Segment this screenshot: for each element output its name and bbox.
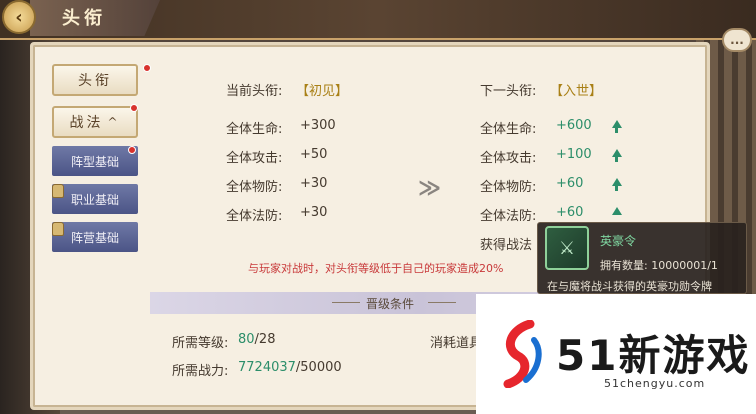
notification-dot [143,64,151,72]
next-arrow-icon: ≫ [418,176,442,201]
stat-up-arrow-icon [612,149,622,157]
stat-up-arrow-icon [612,207,622,215]
tab-tactics-label: 战法 [69,115,104,131]
next-stat-value: +60 [556,205,584,220]
consume-item-label: 消耗道具 [430,336,483,351]
token-icon: ⚔ [545,226,589,270]
next-stat-name: 全体攻击: [480,151,537,166]
divider-line [332,302,360,303]
lock-icon [52,222,64,236]
current-stat-name: 全体物防: [226,180,283,195]
tooltip-item-desc: 在与魔将战斗获得的英豪功勋令牌 [547,280,712,293]
back-button[interactable]: ‹ [2,0,36,34]
required-level-value: 80/28 [238,332,275,347]
subtab-faction[interactable]: 阵营基础 [52,222,138,252]
watermark-text: 51新游戏 [556,331,751,380]
next-extra-label: 获得战法 [480,238,533,253]
stat-up-arrow-stem [615,157,618,162]
page-title: 头衔 [62,8,106,29]
next-title-rank: 【入世】 [550,84,603,99]
power-required: /50000 [295,360,342,375]
conditions-title: 晋级条件 [366,297,415,311]
tab-title-label: 头衔 [78,73,112,89]
chat-bubble-icon: ... [730,33,744,47]
level-current: 80 [238,332,255,347]
next-stat-value: +100 [556,147,592,162]
subtab-profession[interactable]: 职业基础 [52,184,138,214]
required-level-label: 所需等级: [172,336,229,351]
current-stat-value: +50 [300,147,328,162]
next-stat-name: 全体生命: [480,122,537,137]
current-title-label: 当前头衔: [226,84,283,99]
level-required: /28 [254,332,276,347]
back-arrow-icon: ‹ [15,6,23,28]
next-title-label: 下一头衔: [480,84,537,99]
current-stat-value: +30 [300,205,328,220]
notification-dot [128,146,136,154]
subtab-formation-label: 阵型基础 [70,154,119,169]
stat-up-arrow-icon [612,120,622,128]
tooltip-item-count: 拥有数量: 10000001/1 [600,259,718,272]
next-stat-value: +60 [556,176,584,191]
tab-tactics[interactable]: 战法 ^ [52,106,138,138]
watermark-url: 51chengyu.com [604,377,706,390]
required-power-label: 所需战力: [172,364,229,379]
watermark-logo-icon [503,320,542,388]
subtab-formation[interactable]: 阵型基础 [52,146,138,176]
subtab-profession-label: 职业基础 [70,192,119,207]
stat-up-arrow-icon [612,178,622,186]
chevron-up-icon: ^ [107,115,121,129]
next-stat-value: +600 [556,118,592,133]
next-stat-name: 全体物防: [480,180,537,195]
stat-up-arrow-stem [615,186,618,191]
subtab-faction-label: 阵营基础 [70,230,119,245]
current-stat-name: 全体攻击: [226,151,283,166]
current-stat-name: 全体生命: [226,122,283,137]
current-stat-name: 全体法防: [226,209,283,224]
tab-title[interactable]: 头衔 [52,64,138,96]
current-stat-value: +30 [300,176,328,191]
current-title-rank: 【初见】 [296,84,349,99]
pvp-warning-text: 与玩家对战时，对头衔等级低于自己的玩家造成20% [248,262,504,275]
lock-icon [52,184,64,198]
next-stat-name: 全体法防: [480,209,537,224]
notification-dot [130,104,138,112]
divider-line [428,302,456,303]
stat-up-arrow-stem [615,128,618,133]
power-current: 7724037 [238,360,296,375]
required-power-value: 7724037/50000 [238,360,342,375]
current-stat-value: +300 [300,118,336,133]
chat-button[interactable]: ... [722,28,752,52]
tooltip-item-name: 英豪令 [600,234,637,248]
